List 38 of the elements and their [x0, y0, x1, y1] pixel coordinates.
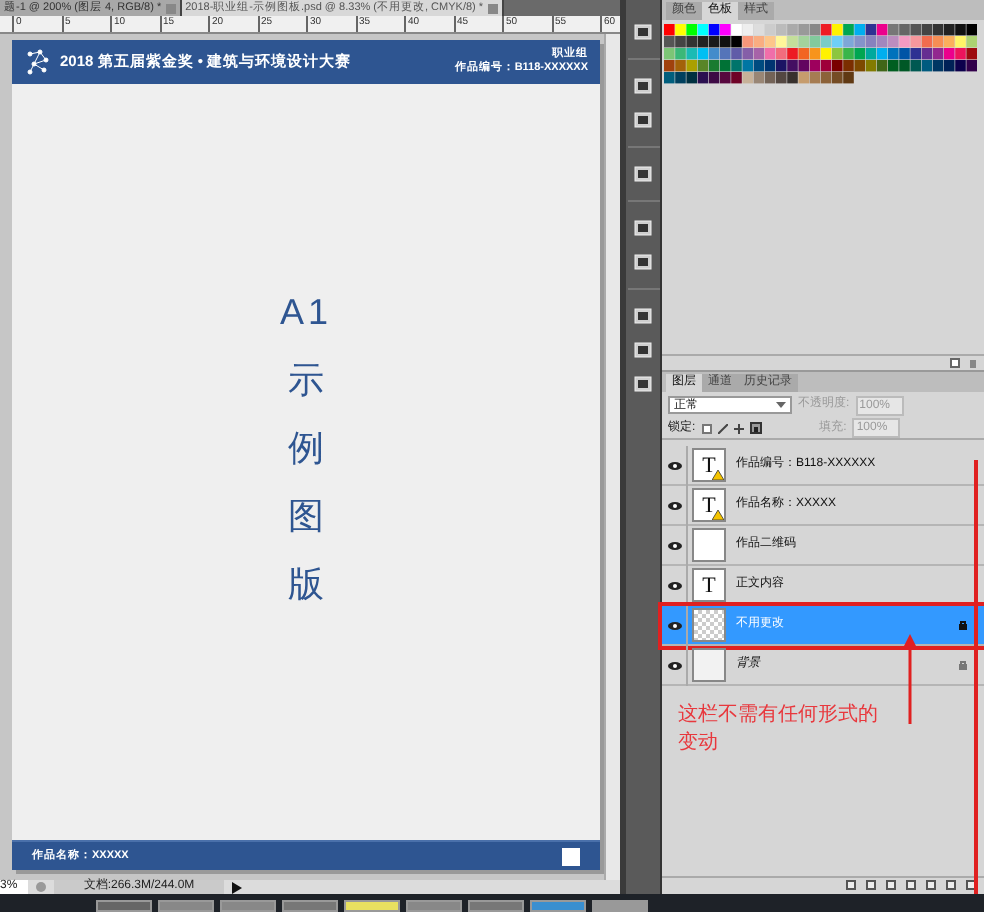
centre-text: 版: [288, 562, 324, 606]
caret-icon: [776, 402, 786, 408]
scrollbar[interactable]: [604, 34, 620, 880]
eye-icon: [667, 661, 681, 669]
eye-icon: [667, 621, 681, 629]
eye-icon: [667, 461, 681, 469]
taskbar-button[interactable]: [220, 900, 276, 912]
eye-icon: [667, 581, 681, 589]
annotation-text: 这栏不需有任何形式的变动: [676, 701, 880, 758]
taskbar-button[interactable]: [592, 900, 648, 912]
centre-text: 图: [288, 494, 324, 538]
taskbar-button[interactable]: [96, 900, 152, 912]
layer-thumbnail: [692, 528, 726, 562]
taskbar-button[interactable]: [158, 900, 214, 912]
lock-icon: [749, 422, 762, 434]
layer-thumbnail: [692, 648, 726, 682]
annotation-arrow: [904, 634, 916, 724]
centre-text: A1: [279, 290, 333, 334]
taskbar-button[interactable]: [530, 900, 586, 912]
taskbar-button[interactable]: [468, 900, 524, 912]
centre-text: 例: [288, 426, 324, 470]
eye-icon: [667, 541, 681, 549]
layer-thumbnail: [692, 608, 726, 642]
taskbar-button[interactable]: [344, 900, 400, 912]
brush-icon: [717, 423, 728, 433]
tool-icon: [634, 24, 652, 40]
centre-text: 示: [288, 358, 324, 402]
play-icon: [232, 881, 242, 893]
layer-thumbnail: T: [692, 568, 726, 602]
taskbar-button[interactable]: [406, 900, 462, 912]
layer-thumbnail: T: [692, 448, 726, 482]
layer-thumbnail: T: [692, 488, 726, 522]
network-logo-icon: [24, 48, 52, 76]
qr-placeholder: [562, 847, 580, 865]
eye-icon: [667, 501, 681, 509]
tool-icon: [634, 166, 652, 182]
taskbar-button[interactable]: [282, 900, 338, 912]
move-icon: [733, 423, 744, 433]
